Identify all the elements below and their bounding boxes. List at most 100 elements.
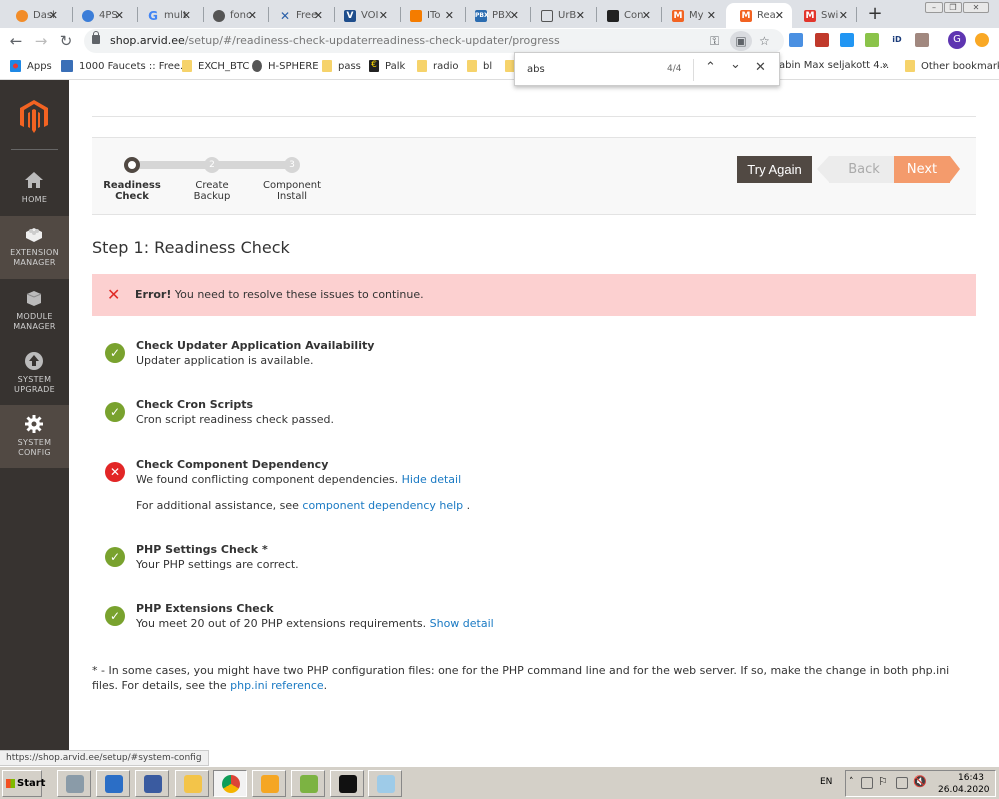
close-tab-icon[interactable]: ✕: [379, 9, 388, 22]
close-tab-icon[interactable]: ✕: [707, 9, 716, 22]
close-tab-icon[interactable]: ✕: [775, 9, 784, 22]
browser-tab-active[interactable]: M Rea ✕: [726, 3, 792, 28]
book-extension-icon[interactable]: [815, 33, 829, 47]
file-explorer-icon[interactable]: [175, 770, 209, 797]
reload-icon[interactable]: ↻: [57, 32, 75, 50]
browser-tab[interactable]: Dasl ✕: [2, 3, 66, 28]
hide-detail-link[interactable]: Hide detail: [402, 473, 462, 486]
sidebar-item-extension-manager[interactable]: EXTENSION MANAGER: [0, 216, 69, 279]
star-icon[interactable]: ☆: [759, 34, 770, 48]
try-again-button[interactable]: Try Again: [737, 156, 812, 183]
url-text[interactable]: shop.arvid.ee/setup/#/readiness-check-up…: [110, 34, 560, 47]
chevron-up-icon[interactable]: ⌃: [705, 60, 716, 75]
close-tab-icon[interactable]: ✕: [115, 9, 124, 22]
language-indicator[interactable]: EN: [820, 777, 832, 787]
bookmark-item[interactable]: pass: [322, 60, 361, 72]
bookmarks-overflow-button[interactable]: »: [882, 60, 888, 71]
bookmark-item[interactable]: € Palk: [369, 60, 405, 72]
powershell-icon[interactable]: [96, 770, 130, 797]
close-tab-icon[interactable]: ✕: [576, 9, 585, 22]
browser-tab[interactable]: PBX PBX ✕: [461, 3, 527, 28]
bookmark-item[interactable]: 1000 Faucets :: Free...: [61, 60, 190, 72]
update-icon[interactable]: [975, 33, 989, 47]
folder-icon: [182, 60, 192, 72]
sidebar-item-system-upgrade[interactable]: SYSTEM UPGRADE: [0, 343, 69, 406]
bookmark-item[interactable]: bl: [467, 60, 492, 72]
close-tab-icon[interactable]: ✕: [642, 9, 651, 22]
bookmark-item[interactable]: H-SPHERE: [252, 60, 319, 72]
profile-avatar[interactable]: G: [948, 31, 966, 49]
sidebar-item-system-config[interactable]: SYSTEM CONFIG: [0, 405, 69, 468]
step-1-marker: [124, 157, 140, 173]
chrome-icon[interactable]: [213, 770, 247, 797]
plant-extension-icon[interactable]: [865, 33, 879, 47]
component-dependency-help-link[interactable]: component dependency help: [302, 499, 463, 512]
network-icon[interactable]: [896, 777, 908, 789]
browser-tab[interactable]: ✕ Free ✕: [265, 3, 331, 28]
browser-tab[interactable]: Con ✕: [593, 3, 659, 28]
bookmark-item[interactable]: abin Max seljakott 4...: [779, 60, 889, 71]
volume-muted-icon[interactable]: 🔇: [913, 775, 927, 788]
new-tab-button[interactable]: +: [865, 3, 885, 24]
show-detail-link[interactable]: Show detail: [430, 617, 494, 630]
minimize-button[interactable]: –: [925, 2, 943, 13]
remote-desktop-icon[interactable]: [135, 770, 169, 797]
close-tab-icon[interactable]: ✕: [49, 9, 58, 22]
bookmark-apps[interactable]: Apps: [10, 60, 52, 72]
close-tab-icon[interactable]: ✕: [510, 9, 519, 22]
pdf-extension-icon[interactable]: [915, 33, 929, 47]
browser-tab[interactable]: UrB ✕: [527, 3, 593, 28]
window-extension-icon[interactable]: [840, 33, 854, 47]
browser-tab[interactable]: 4PS ✕: [68, 3, 132, 28]
dots-logo-icon: [410, 9, 422, 22]
bookmarks-bar: Apps 1000 Faucets :: Free... EXCH_BTC H-…: [0, 54, 999, 80]
magento-icon: M: [804, 9, 816, 22]
divider: [92, 116, 976, 117]
vmware-icon[interactable]: [291, 770, 325, 797]
home-icon: [25, 172, 43, 188]
clock-date[interactable]: 26.04.2020: [938, 785, 990, 795]
close-tab-icon[interactable]: ✕: [182, 9, 191, 22]
browser-tab[interactable]: V VOI ✕: [330, 3, 396, 28]
id-extension-icon[interactable]: iD: [890, 33, 904, 47]
address-bar[interactable]: shop.arvid.ee/setup/#/readiness-check-up…: [84, 29, 784, 53]
x-logo-icon: ✕: [279, 8, 291, 23]
flag-icon[interactable]: ⚐: [878, 775, 890, 788]
close-tab-icon[interactable]: ✕: [314, 9, 323, 22]
php-ini-reference-link[interactable]: php.ini reference: [230, 679, 324, 692]
restore-button[interactable]: ❐: [944, 2, 962, 13]
outlook-icon[interactable]: [252, 770, 286, 797]
forward-arrow-icon[interactable]: →: [32, 32, 50, 50]
notepad-icon[interactable]: [368, 770, 402, 797]
chevron-down-icon[interactable]: ⌄: [730, 57, 741, 72]
sidebar: HOME EXTENSION MANAGER MODULE MANAGER SY…: [0, 80, 69, 750]
start-button[interactable]: Start: [2, 770, 45, 797]
browser-tab[interactable]: M My ✕: [658, 3, 724, 28]
storage-icon[interactable]: [861, 777, 873, 789]
cmd-icon[interactable]: [330, 770, 364, 797]
close-tab-icon[interactable]: ✕: [248, 9, 257, 22]
sidebar-item-module-manager[interactable]: MODULE MANAGER: [0, 280, 69, 343]
server-manager-icon[interactable]: [57, 770, 91, 797]
browser-tab[interactable]: Gmult ✕: [133, 3, 199, 28]
close-tab-icon[interactable]: ✕: [445, 9, 454, 22]
browser-tab[interactable]: fonc ✕: [199, 3, 265, 28]
find-input[interactable]: abs: [527, 64, 545, 75]
find-in-page-icon[interactable]: ▣: [730, 31, 752, 51]
close-tab-icon[interactable]: ✕: [839, 9, 848, 22]
back-button[interactable]: Back: [817, 156, 899, 183]
bookmark-item[interactable]: radio: [417, 60, 458, 72]
close-icon[interactable]: ✕: [755, 60, 766, 75]
tray-expand-icon[interactable]: ˄: [849, 777, 854, 787]
back-arrow-icon[interactable]: ←: [7, 32, 25, 50]
translate-extension-icon[interactable]: [789, 33, 803, 47]
next-button[interactable]: Next: [894, 156, 960, 183]
sidebar-item-home[interactable]: HOME: [0, 158, 69, 221]
key-icon[interactable]: ⚿: [710, 34, 719, 49]
other-bookmarks[interactable]: Other bookmarks: [905, 60, 999, 72]
browser-tab[interactable]: ITo ✕: [396, 3, 462, 28]
close-window-button[interactable]: ✕: [963, 2, 989, 13]
clock-time[interactable]: 16:43: [949, 773, 993, 783]
bookmark-item[interactable]: EXCH_BTC: [182, 60, 249, 72]
browser-tab[interactable]: M Swi ✕: [790, 3, 856, 28]
